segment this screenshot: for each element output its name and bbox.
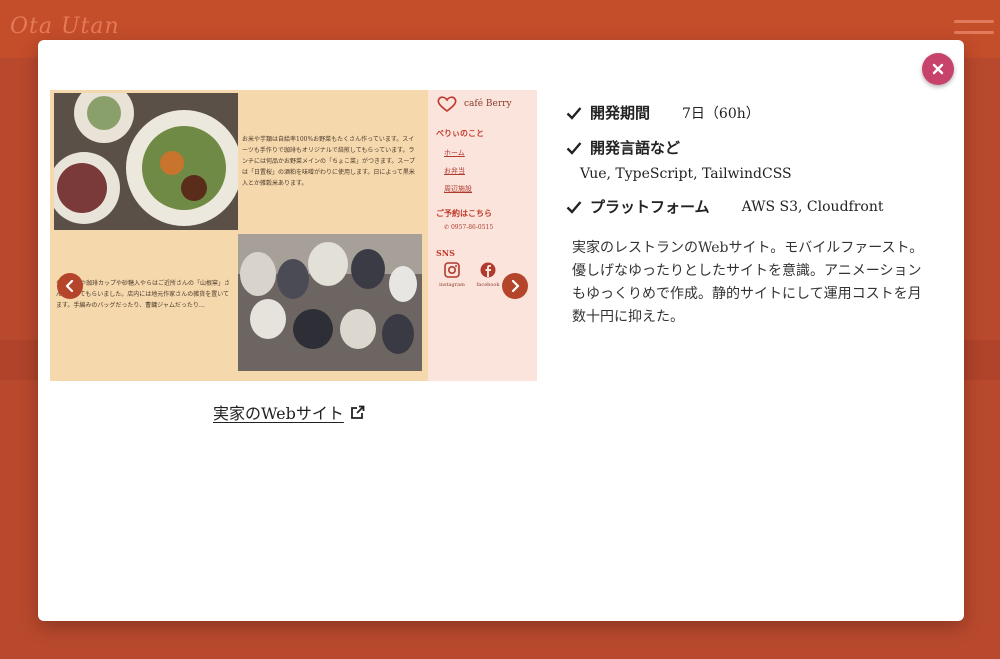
platform-row: プラットフォーム AWS S3, Cloudfront xyxy=(566,196,946,217)
project-description: 実家のレストランのWebサイト。モバイルファースト。優しげなゆったりとしたサイト… xyxy=(572,240,924,325)
sidebar-heading-about: べりぃのこと xyxy=(436,128,484,138)
close-button[interactable] xyxy=(922,53,954,85)
lang-row: 開発言語など xyxy=(566,137,946,158)
sidebar-link-home[interactable]: ホーム xyxy=(444,148,465,158)
sidebar-link-nearby[interactable]: 周辺施設 xyxy=(444,184,472,194)
period-label: 開発期間 xyxy=(590,104,651,122)
check-icon xyxy=(566,200,582,214)
website-link[interactable]: 実家のWebサイト xyxy=(213,400,365,424)
lang-value: Vue, TypeScript, TailwindCSS xyxy=(580,166,792,182)
check-icon xyxy=(566,106,582,120)
food-photo xyxy=(54,93,238,230)
phone-number[interactable]: ✆ 0957-86-0515 xyxy=(444,224,493,231)
intro-text: お米や芋類は自給率100%お野菜もたくさん作っています。スイーツも手作りで珈琲も… xyxy=(242,136,416,187)
project-details: 開発期間 7日（60h） 開発言語など Vue, TypeScript, Tai… xyxy=(566,102,946,217)
facebook-link[interactable]: facebook xyxy=(470,262,506,288)
website-link-label: 実家のWebサイト xyxy=(213,404,344,423)
close-icon xyxy=(932,63,944,75)
site-sidebar: café Berry べりぃのこと ホーム お弁当 周辺施設 ご予約はこちら ✆… xyxy=(428,90,537,381)
platform-label: プラットフォーム xyxy=(590,198,710,216)
chevron-right-icon xyxy=(511,280,520,292)
platform-value: AWS S3, Cloudfront xyxy=(741,198,884,215)
lang-label: 開発言語など xyxy=(590,139,681,157)
project-modal: お米や芋類は自給率100%お野菜もたくさん作っています。スイーツも手作りで珈琲も… xyxy=(38,40,964,621)
facebook-label: facebook xyxy=(476,282,500,288)
screenshot-carousel: お米や芋類は自給率100%お野菜もたくさん作っています。スイーツも手作りで珈琲も… xyxy=(50,90,537,381)
sidebar-heading-sns: SNS xyxy=(436,248,455,258)
period-row: 開発期間 7日（60h） xyxy=(566,102,946,123)
facebook-icon xyxy=(480,262,496,278)
period-value: 7日（60h） xyxy=(682,105,760,122)
hamburger-menu-icon[interactable] xyxy=(954,20,994,42)
pottery-photo xyxy=(238,234,422,371)
instagram-label: instagram xyxy=(439,282,465,288)
sidebar-heading-reserve: ご予約はこちら xyxy=(436,208,492,218)
instagram-link[interactable]: instagram xyxy=(434,262,470,288)
check-icon xyxy=(566,141,582,155)
site-logo[interactable]: Ota Utan xyxy=(10,14,120,39)
phone-icon: ✆ xyxy=(444,224,451,231)
carousel-next-button[interactable] xyxy=(502,273,528,299)
carousel-prev-button[interactable] xyxy=(57,273,83,299)
external-link-icon xyxy=(350,405,365,419)
brand-name: café Berry xyxy=(464,99,512,109)
brand: café Berry xyxy=(436,96,512,112)
instagram-icon xyxy=(444,262,460,278)
sidebar-link-bento[interactable]: お弁当 xyxy=(444,166,465,176)
phone-text: 0957-86-0515 xyxy=(450,224,494,231)
chevron-left-icon xyxy=(65,280,74,292)
heart-logo-icon xyxy=(437,96,457,112)
